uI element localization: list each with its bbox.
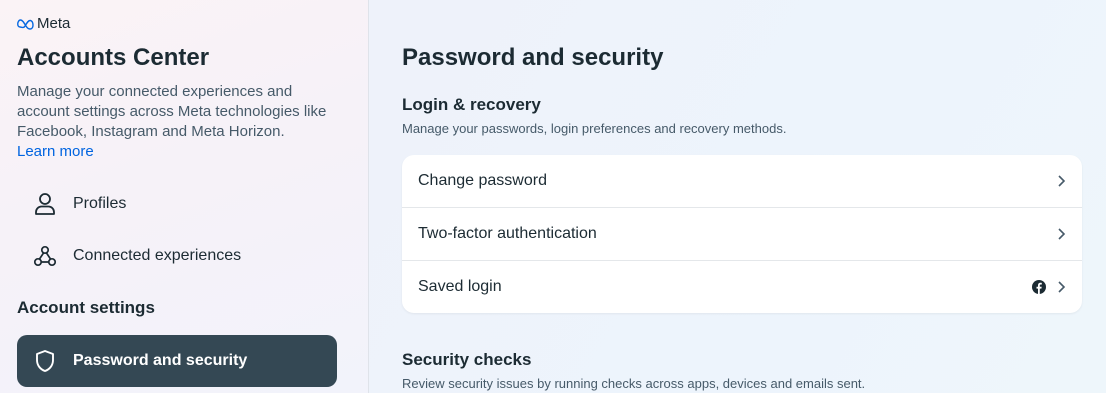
accounts-center-title: Accounts Center [17, 44, 210, 71]
chevron-right-icon [1058, 228, 1066, 240]
chevron-right-icon [1058, 175, 1066, 187]
sidebar-item-password-security[interactable]: Password and security [17, 335, 337, 387]
row-label: Two-factor authentication [418, 225, 597, 242]
connected-nodes-icon [17, 244, 73, 268]
person-icon [17, 192, 73, 216]
login-recovery-description: Manage your passwords, login preferences… [402, 121, 787, 136]
security-checks-description: Review security issues by running checks… [402, 376, 866, 391]
shield-icon [17, 349, 73, 373]
brand-name: Meta [37, 15, 71, 32]
accounts-center-description: Manage your connected experiences and ac… [17, 82, 347, 162]
page-title: Password and security [402, 44, 664, 71]
change-password-row[interactable]: Change password [402, 155, 1082, 208]
sidebar-item-label: Profiles [73, 195, 127, 212]
two-factor-authentication-row[interactable]: Two-factor authentication [402, 208, 1082, 261]
sidebar-item-connected-experiences[interactable]: Connected experiences [17, 230, 337, 282]
sidebar-item-label: Connected experiences [73, 247, 242, 264]
facebook-icon [1032, 280, 1046, 294]
sidebar-item-label: Password and security [73, 352, 248, 369]
sidebar: Meta Accounts Center Manage your connect… [0, 0, 369, 393]
description-text: Manage your connected experiences and ac… [17, 83, 327, 140]
login-recovery-card: Change password Two-factor authenticatio… [402, 155, 1082, 313]
saved-login-row[interactable]: Saved login [402, 261, 1082, 313]
learn-more-link[interactable]: Learn more [17, 143, 94, 160]
meta-logo[interactable]: Meta [17, 15, 70, 32]
row-label: Change password [418, 172, 547, 189]
account-settings-heading: Account settings [17, 298, 155, 317]
login-recovery-title: Login & recovery [402, 95, 541, 114]
meta-infinity-icon [17, 18, 34, 30]
main-content: Password and security Login & recovery M… [370, 0, 1106, 393]
security-checks-title: Security checks [402, 350, 532, 369]
chevron-right-icon [1058, 281, 1066, 293]
row-label: Saved login [418, 278, 502, 295]
sidebar-item-profiles[interactable]: Profiles [17, 178, 337, 230]
